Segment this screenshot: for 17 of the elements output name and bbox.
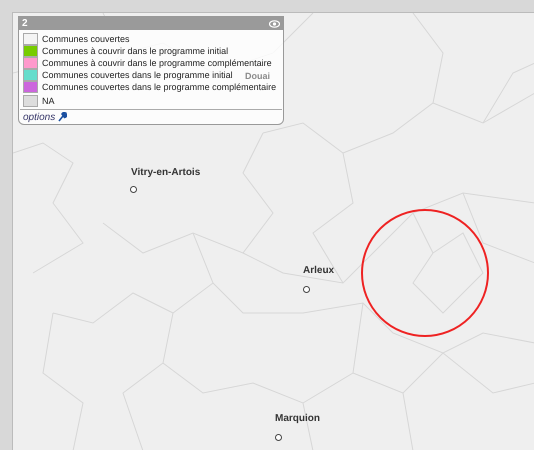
place-label: Vitry-en-Artois	[131, 166, 200, 180]
options-link[interactable]: options	[23, 110, 56, 124]
place-label: Arleux	[303, 264, 334, 278]
legend-label: Communes à couvrir dans le programme complémentaire	[42, 57, 272, 69]
legend-label: NA	[42, 95, 55, 107]
eye-icon[interactable]	[269, 20, 280, 28]
legend-label: Communes couvertes	[42, 33, 130, 45]
place-label: Douai	[245, 71, 270, 81]
legend-title: 2	[22, 18, 28, 28]
legend-label: Communes à couvrir dans le programme initial	[42, 45, 228, 57]
place-marker-icon[interactable]	[275, 434, 282, 441]
legend-label: Communes couvertes dans le programme initial	[42, 69, 233, 81]
wrench-icon[interactable]	[58, 112, 68, 122]
place-label: Marquion	[275, 412, 320, 426]
place-marker-icon[interactable]	[130, 186, 137, 193]
legend-label: Communes couvertes dans le programme complémentaire	[42, 81, 276, 93]
place-marker-icon[interactable]	[303, 286, 310, 293]
